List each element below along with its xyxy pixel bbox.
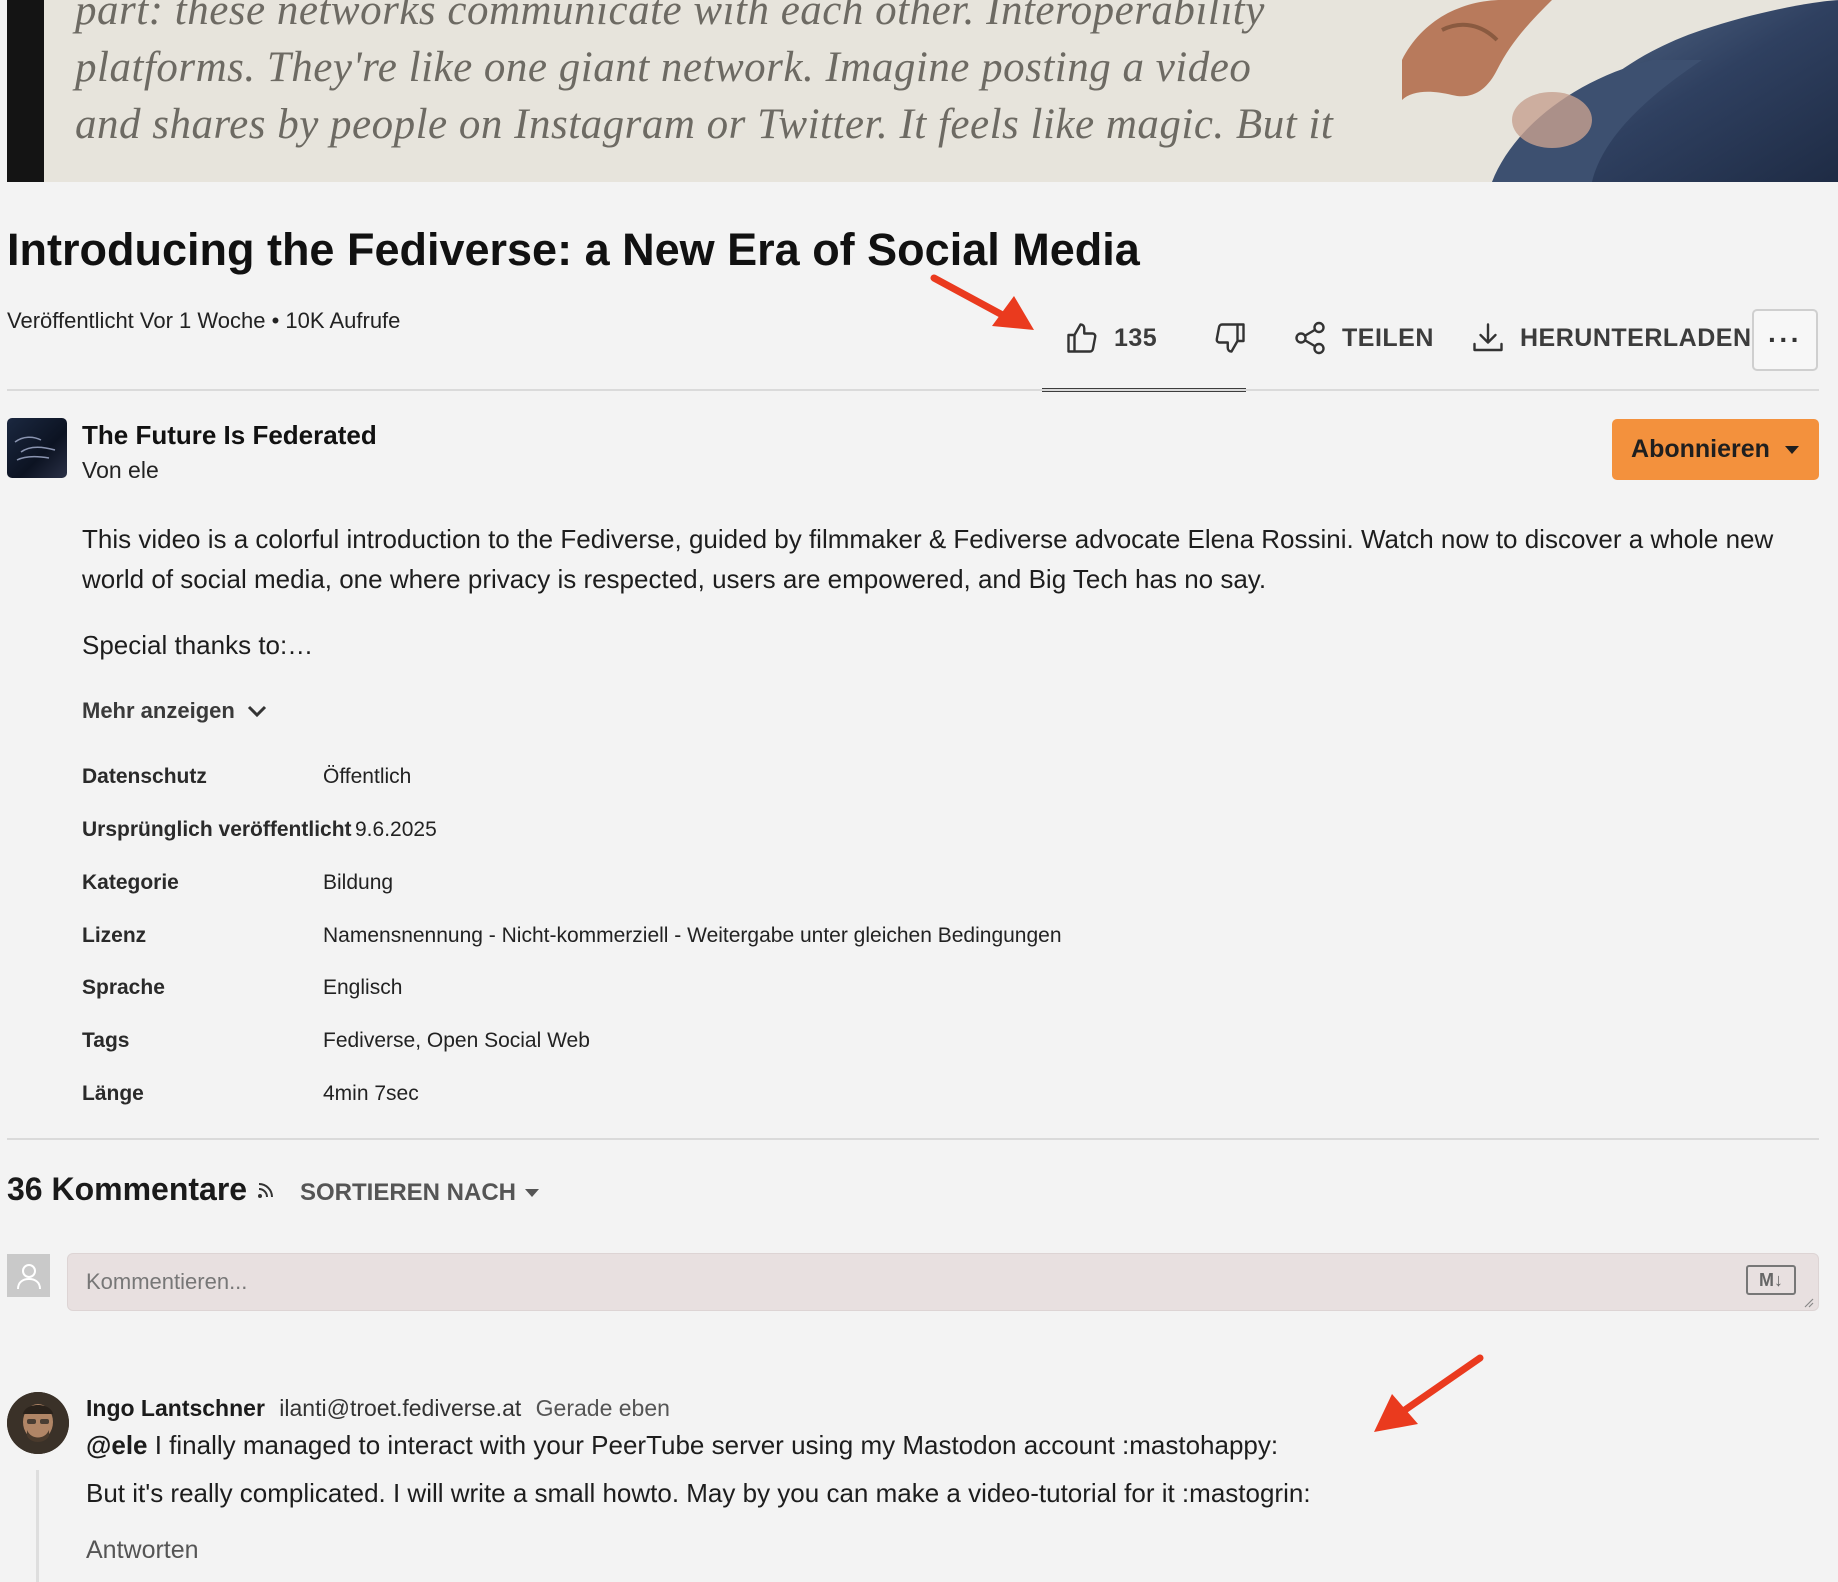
comment-thread-line — [36, 1470, 39, 1582]
comment-text-line: But it's really complicated. I will writ… — [86, 1478, 1311, 1508]
download-icon — [1473, 323, 1503, 352]
video-actions: 135 TEILEN HERUNTERLADEN — [1042, 305, 1838, 392]
meta-label: Sprache — [82, 976, 165, 999]
meta-value: 4min 7sec — [323, 1082, 419, 1105]
channel-avatar[interactable] — [7, 418, 67, 478]
meta-label: Datenschutz — [82, 765, 207, 788]
divider — [7, 1138, 1819, 1140]
show-more-label: Mehr anzeigen — [82, 698, 235, 723]
player-person-image — [1402, 0, 1838, 182]
more-options-button[interactable]: ··· — [1752, 309, 1818, 371]
meta-label: Länge — [82, 1082, 144, 1105]
player-left-edge — [7, 0, 44, 182]
comment-author[interactable]: Ingo Lantschner — [86, 1395, 265, 1421]
comment-text-line: @ele I finally managed to interact with … — [86, 1430, 1278, 1461]
sort-label: SORTIEREN NACH — [300, 1179, 517, 1206]
avatar-face-icon — [7, 1392, 69, 1454]
meta-label: Lizenz — [82, 924, 147, 947]
caret-down-icon — [1784, 445, 1799, 454]
annotation-arrow-icon — [930, 274, 1034, 330]
video-player[interactable]: part: these networks communicate with ea… — [7, 0, 1838, 182]
markdown-icon: M↓ — [1746, 1265, 1796, 1295]
like-count: 135 — [1114, 323, 1158, 352]
show-more-toggle[interactable]: Mehr anzeigen — [82, 698, 267, 724]
subscribe-button[interactable]: Abonnieren — [1612, 419, 1819, 480]
player-text-line: platforms. They're like one giant networ… — [75, 44, 1252, 91]
video-description: This video is a colorful introduction to… — [82, 524, 1774, 594]
comment-timestamp[interactable]: Gerade eben — [536, 1395, 670, 1421]
share-icon — [1295, 321, 1325, 355]
share-label: TEILEN — [1342, 323, 1434, 352]
player-frame-text: part: these networks communicate with ea… — [75, 0, 1475, 153]
meta-value[interactable]: Fediverse, Open Social Web — [323, 1029, 590, 1053]
view-count: 10K Aufrufe — [285, 308, 401, 333]
like-button[interactable]: 135 — [1064, 315, 1157, 361]
dislike-button[interactable] — [1212, 315, 1248, 361]
rss-icon[interactable] — [257, 1181, 275, 1199]
divider — [7, 389, 1819, 391]
video-title: Introducing the Fediverse: a New Era of … — [7, 224, 1140, 275]
comment-text: I finally managed to interact with your … — [147, 1430, 1279, 1460]
comment-handle[interactable]: ilanti@troet.fediverse.at — [279, 1395, 521, 1421]
reply-button[interactable]: Antworten — [86, 1536, 199, 1565]
video-meta: Veröffentlicht Vor 1 Woche • 10K Aufrufe — [7, 308, 400, 334]
channel-name[interactable]: The Future Is Federated — [82, 420, 377, 451]
resize-handle-icon[interactable] — [1802, 1296, 1814, 1308]
caret-down-icon — [525, 1189, 540, 1197]
channel-logo-icon — [14, 436, 56, 461]
meta-label: Tags — [82, 1029, 130, 1052]
meta-value: 9.6.2025 — [355, 818, 437, 841]
annotation-arrow-icon — [1374, 1354, 1484, 1432]
subscribe-label: Abonnieren — [1631, 435, 1770, 463]
meta-label: Kategorie — [82, 871, 179, 894]
published-date: Veröffentlicht Vor 1 Woche — [7, 308, 266, 333]
sort-comments-button[interactable]: SORTIEREN NACH — [300, 1179, 540, 1207]
description-thanks: Special thanks to:… — [82, 630, 314, 660]
comment-mention[interactable]: @ele — [86, 1430, 148, 1460]
comments-header: 36 Kommentare — [7, 1171, 275, 1208]
avatar[interactable] — [7, 1392, 69, 1454]
meta-value[interactable]: Namensnennung - Nicht-kommerziell - Weit… — [323, 924, 1062, 948]
download-button[interactable]: HERUNTERLADEN — [1470, 315, 1752, 361]
channel-owner[interactable]: Von ele — [82, 457, 159, 484]
meta-value[interactable]: Bildung — [323, 871, 393, 895]
comment-header: Ingo Lantschner ilanti@troet.fediverse.a… — [86, 1395, 670, 1422]
player-text-line: and shares by people on Instagram or Twi… — [75, 101, 1334, 148]
player-text-line: part: these networks communicate with ea… — [75, 0, 1265, 34]
share-button[interactable]: TEILEN — [1292, 315, 1434, 361]
meta-separator: • — [271, 308, 280, 333]
thumbs-down-icon — [1215, 323, 1245, 353]
meta-label: Ursprünglich veröffentlicht — [82, 818, 352, 841]
chevron-down-icon — [247, 705, 266, 718]
thumbs-up-icon — [1067, 323, 1097, 353]
comments-count: 36 Kommentare — [7, 1171, 248, 1207]
meta-value: Öffentlich — [323, 765, 412, 788]
meta-value[interactable]: Englisch — [323, 976, 402, 1000]
download-label: HERUNTERLADEN — [1520, 323, 1752, 352]
comment-input[interactable] — [67, 1253, 1819, 1311]
user-icon — [16, 1263, 41, 1289]
current-user-avatar — [7, 1254, 50, 1297]
